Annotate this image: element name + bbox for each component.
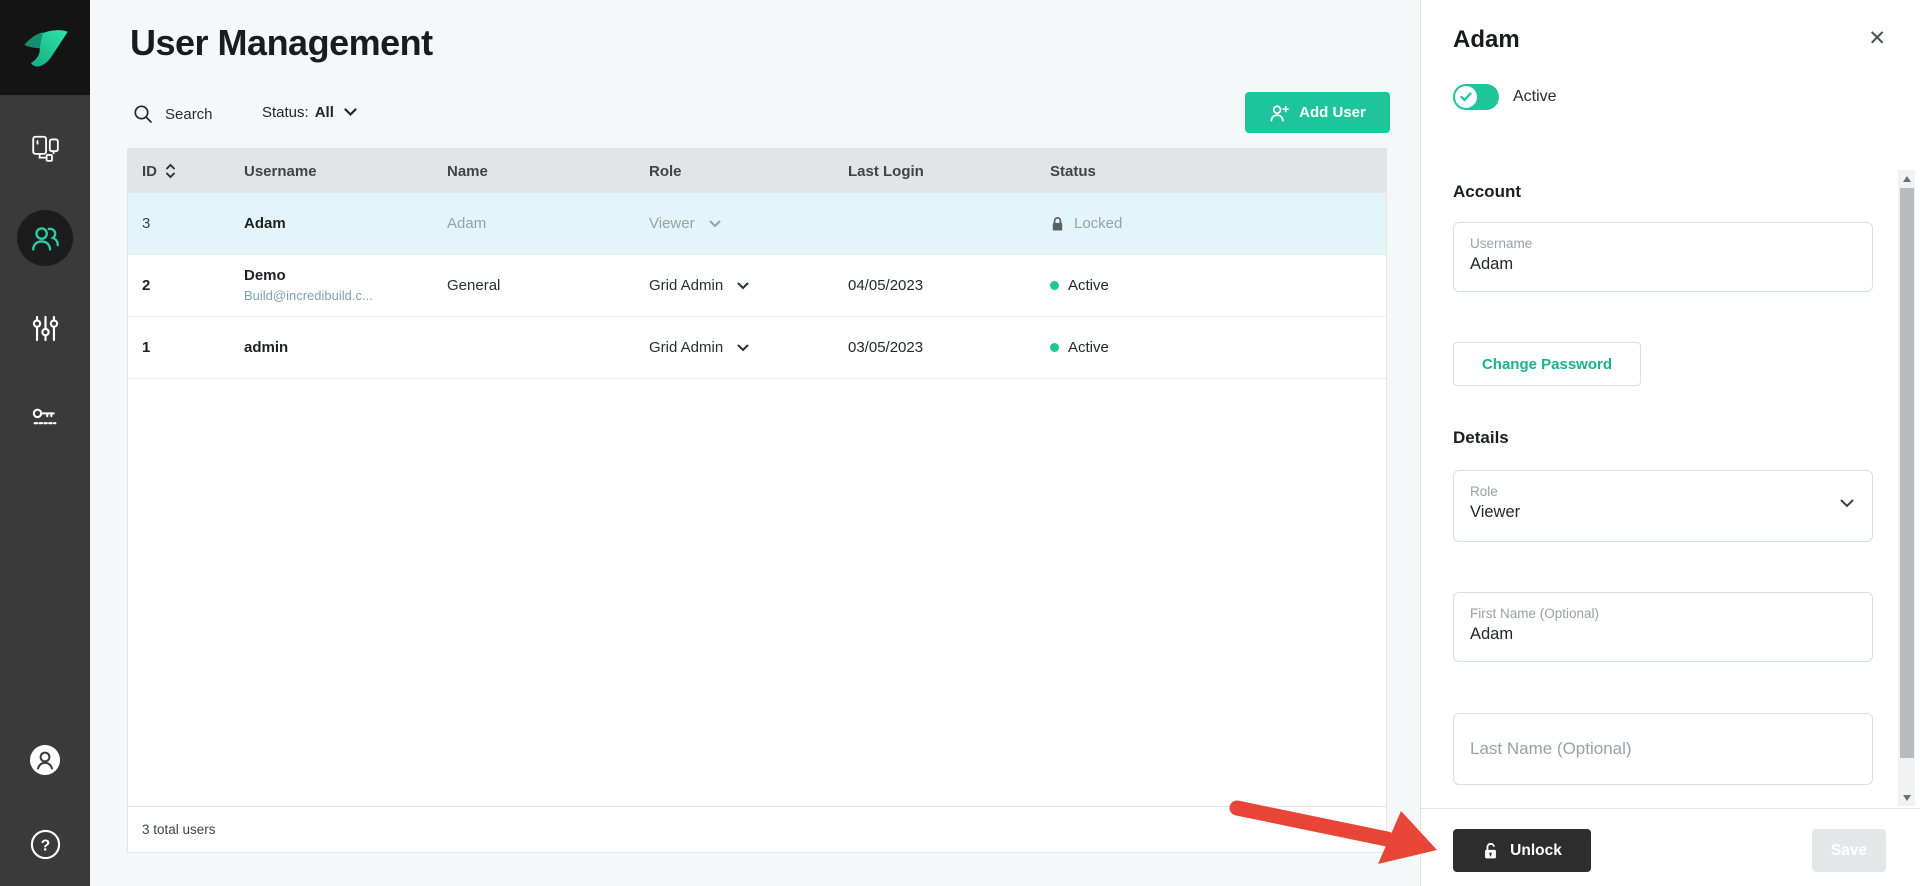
add-user-label: Add User [1299,104,1366,121]
column-header-last-login[interactable]: Last Login [834,163,1036,180]
account-heading: Account [1453,182,1521,202]
toolbar: Search Status: All Add User [130,98,1390,140]
cell-username: Demo Build@incredibuild.c... [230,266,433,304]
sidebar-item-settings[interactable] [17,300,73,356]
close-icon[interactable]: ✕ [1868,28,1886,49]
search-placeholder: Search [165,106,213,123]
people-icon [30,223,61,254]
person-plus-icon [1269,103,1290,123]
status-filter-dropdown[interactable]: Status: All [262,104,357,121]
first-name-field[interactable]: First Name (Optional) Adam [1453,592,1873,662]
cell-id: 3 [128,215,230,232]
cell-last-login: 03/05/2023 [834,339,1036,356]
cell-name: Adam [433,215,635,232]
cell-id: 1 [128,339,230,356]
active-toggle-label: Active [1513,88,1557,106]
cell-name: General [433,277,635,294]
incredibuild-logo-icon [19,22,71,74]
machines-icon [30,133,60,163]
panel-footer-divider [1421,808,1920,809]
chevron-down-icon [737,344,749,352]
sidebar-item-users[interactable] [17,210,73,266]
column-header-username[interactable]: Username [230,163,433,180]
status-filter-label: Status: [262,104,309,121]
table-footer: 3 total users [128,806,1386,852]
change-password-button[interactable]: Change Password [1453,342,1641,386]
sidebar-item-profile[interactable] [17,732,73,788]
panel-title: Adam [1453,26,1520,54]
table-row[interactable]: 3 Adam Adam Viewer Locked [128,193,1386,255]
last-name-field[interactable]: Last Name (Optional) [1453,713,1873,785]
users-table: ID Username Name Role Last Login Status … [127,148,1387,853]
user-email: Build@incredibuild.c... [244,288,433,305]
chevron-down-icon [344,108,357,117]
sidebar-item-agents[interactable] [17,120,73,176]
status-filter-value: All [315,104,334,121]
help-icon: ? [29,828,62,861]
table-header: ID Username Name Role Last Login Status [128,149,1386,193]
role-dropdown[interactable]: Grid Admin [635,277,834,294]
lock-icon [1050,216,1065,232]
username-field[interactable]: Username Adam [1453,222,1873,292]
app-logo[interactable] [0,0,90,95]
scroll-up-arrow[interactable] [1898,170,1915,187]
check-icon [1460,92,1472,102]
key-icon [30,403,60,433]
scroll-down-arrow[interactable] [1898,789,1915,806]
toggle-knob [1455,86,1477,108]
chevron-down-icon [737,282,749,290]
sort-icon [165,163,176,179]
svg-text:?: ? [40,837,49,854]
avatar-icon [28,743,62,777]
total-users-count: 3 total users [142,822,216,837]
scrollbar-thumb[interactable] [1900,188,1914,758]
cell-status: Active [1036,339,1386,356]
add-user-button[interactable]: Add User [1245,92,1390,133]
cell-last-login: 04/05/2023 [834,277,1036,294]
unlock-icon [1482,842,1499,860]
sidebar-item-help[interactable]: ? [17,816,73,872]
save-button[interactable]: Save [1812,829,1886,872]
cell-status: Locked [1036,215,1386,232]
user-detail-panel: Adam ✕ Active Account Username Adam Chan… [1420,0,1920,886]
sidebar: ? [0,0,90,886]
active-toggle[interactable] [1453,84,1499,110]
sidebar-item-license[interactable] [17,390,73,446]
role-dropdown[interactable]: Viewer [635,215,834,232]
table-row[interactable]: 2 Demo Build@incredibuild.c... General G… [128,255,1386,317]
cell-status: Active [1036,277,1386,294]
sliders-icon [31,314,60,343]
column-header-id[interactable]: ID [128,163,230,180]
cell-id: 2 [128,277,230,294]
role-select[interactable]: Role Viewer [1453,470,1873,542]
page-title: User Management [130,22,433,64]
active-dot [1050,343,1059,352]
details-heading: Details [1453,428,1509,448]
table-row[interactable]: 1 admin Grid Admin 03/05/2023 Active [128,317,1386,379]
search-icon [133,104,153,124]
column-header-name[interactable]: Name [433,163,635,180]
cell-username: admin [230,338,433,358]
chevron-down-icon [1840,499,1854,508]
search-input[interactable]: Search [133,104,213,124]
cell-username: Adam [230,214,433,234]
role-dropdown[interactable]: Grid Admin [635,339,834,356]
active-dot [1050,281,1059,290]
main-content: User Management Search Status: All Add U… [90,0,1420,886]
chevron-down-icon [709,220,721,228]
column-header-role[interactable]: Role [635,163,834,180]
column-header-status[interactable]: Status [1036,163,1386,180]
unlock-label: Unlock [1510,842,1562,860]
unlock-button[interactable]: Unlock [1453,829,1591,872]
panel-scrollbar[interactable] [1898,170,1915,806]
